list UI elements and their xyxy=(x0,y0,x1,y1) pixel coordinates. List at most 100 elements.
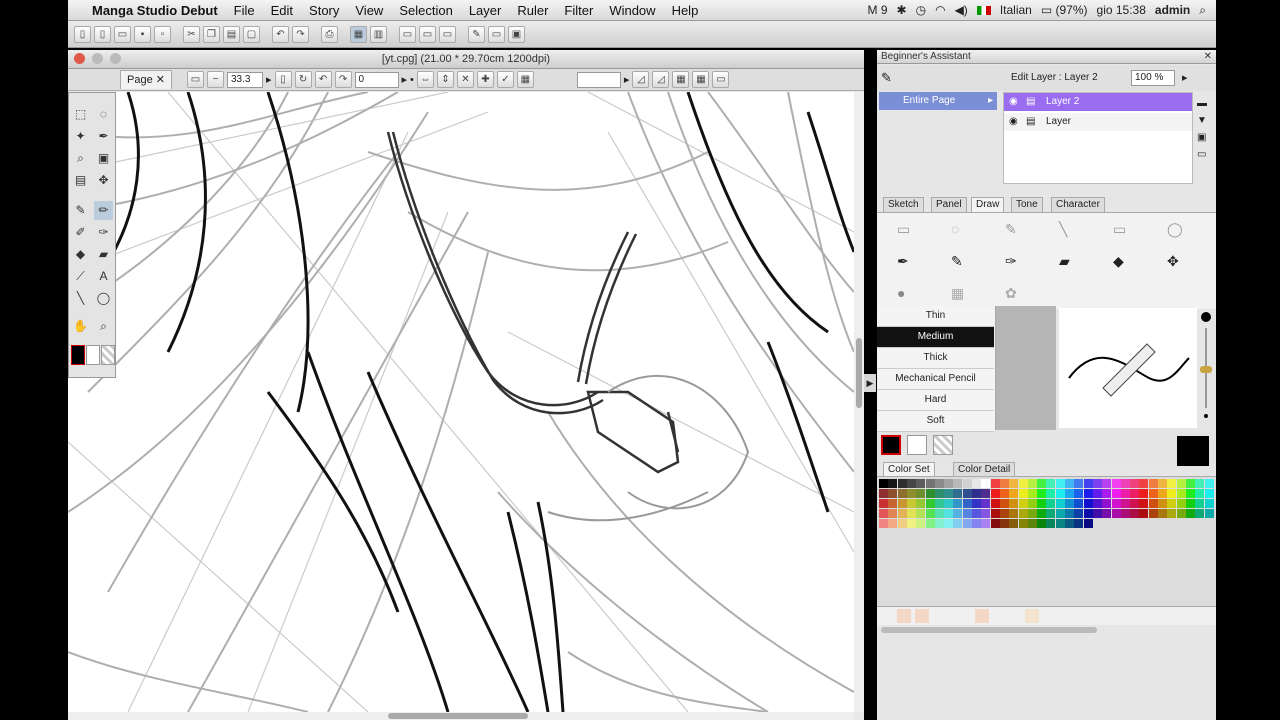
palette-swatch[interactable] xyxy=(944,479,954,488)
palette-swatch[interactable] xyxy=(1185,509,1195,518)
transparent-color-swatch[interactable] xyxy=(101,345,115,365)
palette-swatch[interactable] xyxy=(1139,519,1149,528)
palette-swatch[interactable] xyxy=(1037,479,1047,488)
drawing-canvas[interactable] xyxy=(68,92,854,712)
ruler-2-icon[interactable]: ◿ xyxy=(652,71,670,88)
palette-swatch[interactable] xyxy=(916,479,926,488)
palette-swatch[interactable] xyxy=(1204,479,1214,488)
ellipse-tool-icon[interactable]: ◯ xyxy=(1167,221,1183,238)
palette-swatch[interactable] xyxy=(925,519,935,528)
palette-swatch[interactable] xyxy=(1018,519,1028,528)
brush-thin[interactable]: Thin xyxy=(877,306,994,327)
move-icon[interactable]: ✥ xyxy=(94,171,113,190)
text-icon[interactable]: A xyxy=(94,267,113,286)
palette-swatch[interactable] xyxy=(888,479,898,488)
fill-tool-icon[interactable]: ◆ xyxy=(1113,253,1124,270)
battery-icon[interactable]: ▭ (97%) xyxy=(1041,3,1088,17)
copy-icon[interactable]: ❐ xyxy=(203,25,220,43)
wifi-icon[interactable]: ◠ xyxy=(935,3,945,17)
palette-swatch[interactable] xyxy=(981,489,991,498)
menu-filter[interactable]: Filter xyxy=(556,3,601,18)
palette-swatch[interactable] xyxy=(1083,499,1093,508)
palette-swatch[interactable] xyxy=(916,519,926,528)
panel-toggle-icon[interactable]: ▶ xyxy=(864,374,876,392)
minimize-window-icon[interactable] xyxy=(92,53,103,64)
close-window-icon[interactable] xyxy=(74,53,85,64)
palette-swatch[interactable] xyxy=(1065,479,1074,488)
palette-swatch[interactable] xyxy=(1065,499,1074,508)
tab-character[interactable]: Character xyxy=(1051,197,1105,212)
palette-swatch[interactable] xyxy=(1130,479,1140,488)
flag-icon[interactable] xyxy=(976,5,991,15)
palette-swatch[interactable] xyxy=(972,499,981,508)
palette-swatch[interactable] xyxy=(1102,479,1112,488)
palette-swatch[interactable] xyxy=(972,519,981,528)
ok-icon[interactable]: ✓ xyxy=(496,71,514,88)
palette-swatch[interactable] xyxy=(1046,509,1056,518)
palette-swatch[interactable] xyxy=(916,499,926,508)
palette-swatch[interactable] xyxy=(1092,519,1102,528)
menu-window[interactable]: Window xyxy=(601,3,663,18)
palette-swatch[interactable] xyxy=(1195,479,1205,488)
eraser-icon[interactable]: ▰ xyxy=(94,245,113,264)
palette-swatch[interactable] xyxy=(897,509,907,518)
grid-snap-2-icon[interactable]: ▦ xyxy=(692,71,710,88)
pen-select-icon[interactable]: ✎ xyxy=(1005,221,1017,238)
brush-tool-icon[interactable]: ✑ xyxy=(1005,253,1017,270)
palette-swatch[interactable] xyxy=(1130,509,1140,518)
palette-swatch[interactable] xyxy=(1037,489,1047,498)
palette-swatch[interactable] xyxy=(1139,499,1149,508)
palette-swatch[interactable] xyxy=(1018,499,1028,508)
palette-swatch[interactable] xyxy=(1204,509,1214,518)
gpen-icon[interactable]: ✒ xyxy=(897,253,909,270)
brush-medium[interactable]: Medium xyxy=(877,327,994,348)
palette-swatch[interactable] xyxy=(972,479,981,488)
palette-swatch[interactable] xyxy=(934,509,944,518)
pen-tool-icon[interactable]: ✎ xyxy=(881,70,892,86)
spotlight-icon[interactable]: ⌕ xyxy=(1199,3,1206,18)
tab-color-set[interactable]: Color Set xyxy=(883,462,935,477)
palette-swatch[interactable] xyxy=(1185,519,1195,528)
page-icon[interactable]: ▯ xyxy=(274,71,292,88)
palette-swatch[interactable] xyxy=(897,499,907,508)
pen-icon[interactable]: ✎ xyxy=(71,201,90,220)
palette-swatch[interactable] xyxy=(1130,499,1140,508)
palette-swatch[interactable] xyxy=(1027,519,1037,528)
palette-swatch[interactable] xyxy=(999,479,1009,488)
palette-swatch[interactable] xyxy=(925,509,935,518)
menu-ruler[interactable]: Ruler xyxy=(509,3,556,18)
brush-thick[interactable]: Thick xyxy=(877,348,994,369)
stamp-icon[interactable]: ✿ xyxy=(1005,285,1017,302)
horizontal-scroll-thumb[interactable] xyxy=(388,713,528,719)
palette-swatch[interactable] xyxy=(999,519,1009,528)
foreground-color-swatch[interactable] xyxy=(71,345,85,365)
palette-swatch[interactable] xyxy=(897,479,907,488)
palette-swatch[interactable] xyxy=(1185,489,1195,498)
zoom-out-icon[interactable]: − xyxy=(206,71,224,88)
palette-swatch[interactable] xyxy=(1009,489,1019,498)
palette-swatch[interactable] xyxy=(1195,509,1205,518)
palette-swatch[interactable] xyxy=(1130,489,1140,498)
palette-swatch[interactable] xyxy=(1120,509,1130,518)
panel-settings-icon[interactable]: ▭ xyxy=(488,25,505,43)
rotation-dot-icon[interactable]: • xyxy=(410,74,414,86)
tab-page[interactable]: Page ✕ xyxy=(120,70,172,89)
pencil-icon[interactable]: ✏ xyxy=(94,201,113,220)
vertical-scrollbar[interactable] xyxy=(854,92,864,712)
palette-swatch[interactable] xyxy=(1148,499,1158,508)
palette-swatch[interactable] xyxy=(1009,499,1019,508)
palette-swatch[interactable] xyxy=(1055,479,1065,488)
palette-swatch[interactable] xyxy=(999,509,1009,518)
palette-swatch[interactable] xyxy=(1027,479,1037,488)
close-doc-icon[interactable]: ▫ xyxy=(154,25,171,43)
palette-swatch[interactable] xyxy=(916,509,926,518)
palette-swatch[interactable] xyxy=(1120,499,1130,508)
palette-swatch[interactable] xyxy=(962,509,972,518)
palette-swatch[interactable] xyxy=(990,489,1000,498)
brush-size-slider[interactable] xyxy=(1199,312,1213,428)
palette-swatch[interactable] xyxy=(934,499,944,508)
flip-vertical-icon[interactable]: ⇕ xyxy=(436,71,454,88)
palette-swatch[interactable] xyxy=(1158,479,1167,488)
palette-swatch[interactable] xyxy=(990,479,1000,488)
palette-swatch[interactable] xyxy=(1074,509,1084,518)
